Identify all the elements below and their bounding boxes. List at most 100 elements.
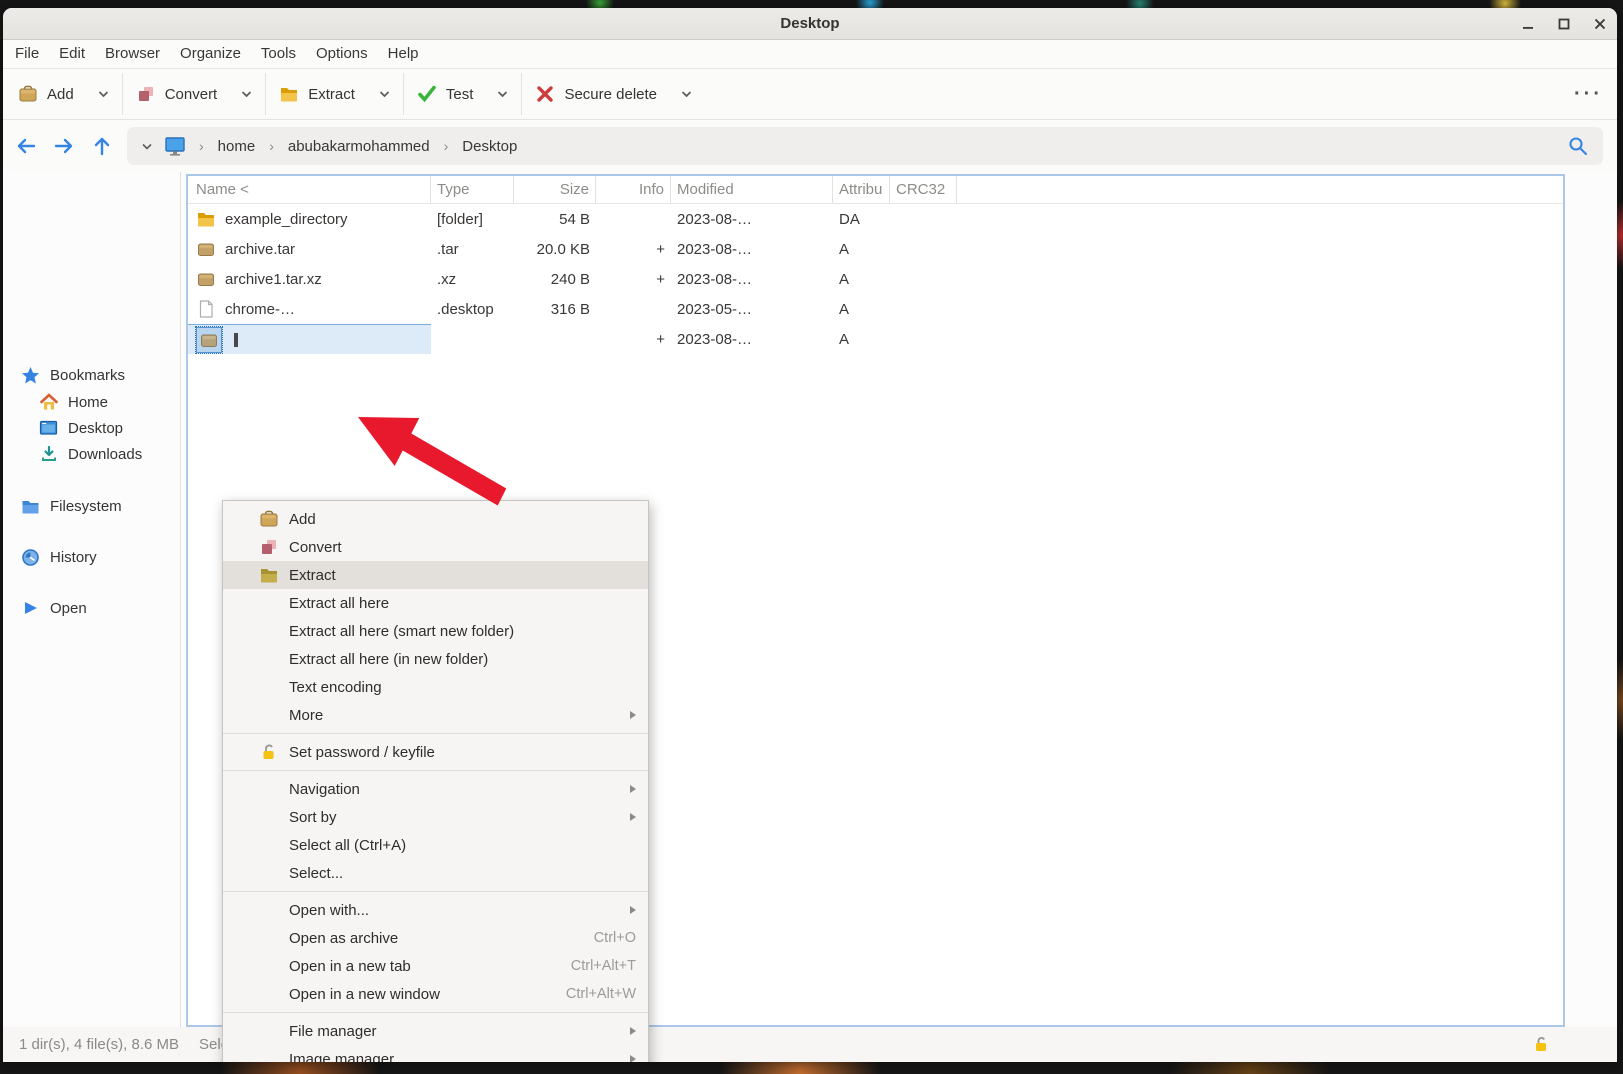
back-button[interactable]: [13, 133, 39, 159]
menu-item-extract-all-here-new-folder[interactable]: Extract all here (in new folder): [223, 645, 648, 673]
close-icon: [1593, 17, 1607, 31]
test-dropdown[interactable]: [497, 90, 508, 98]
search-button[interactable]: [1567, 135, 1589, 157]
file-attributes: A: [833, 331, 890, 348]
sidebar-item-desktop[interactable]: Desktop: [3, 415, 123, 441]
crumb-desktop[interactable]: Desktop: [456, 138, 523, 155]
column-header-crc32[interactable]: CRC32: [890, 176, 957, 203]
menu-item-text-encoding[interactable]: Text encoding: [223, 673, 648, 701]
column-header-type[interactable]: Type: [431, 176, 514, 203]
column-header-modified[interactable]: Modified: [671, 176, 833, 203]
crumb-home[interactable]: home: [212, 138, 262, 155]
file-size: 54 B: [514, 211, 596, 228]
submenu-arrow-icon: [630, 906, 636, 914]
menu-item-open-in-new-window[interactable]: Open in a new window Ctrl+Alt+W: [223, 980, 648, 1008]
extract-button[interactable]: Extract: [279, 84, 355, 104]
menu-item-add[interactable]: Add: [223, 505, 648, 533]
navbar: › home › abubakarmohammed › Desktop: [3, 120, 1617, 172]
close-button[interactable]: [1589, 13, 1611, 35]
overflow-menu-icon[interactable]: ···: [1574, 83, 1603, 106]
menu-options[interactable]: Options: [306, 40, 378, 68]
menu-item-image-manager[interactable]: Image manager: [223, 1045, 648, 1062]
maximize-button[interactable]: [1553, 13, 1575, 35]
menu-item-extract-all-here-smart[interactable]: Extract all here (smart new folder): [223, 617, 648, 645]
column-header-attributes[interactable]: Attribu: [833, 176, 890, 203]
file-name: chrome-…: [225, 301, 295, 318]
file-row-archive-tar[interactable]: archive.tar .tar 20.0 KB + 2023-08-… A: [188, 234, 1563, 264]
folder-icon: [196, 209, 216, 229]
menu-browser[interactable]: Browser: [95, 40, 170, 68]
sidebar-item-home[interactable]: Home: [3, 389, 108, 415]
menu-help[interactable]: Help: [378, 40, 429, 68]
sidebar-item-bookmarks[interactable]: Bookmarks: [3, 362, 125, 388]
file-modified: 2023-05-…: [671, 301, 833, 318]
selected-file-highlight: [196, 327, 222, 353]
app-window: Desktop File Edit Browser Organize Tools…: [3, 8, 1617, 1062]
forward-button[interactable]: [51, 133, 77, 159]
column-header-info[interactable]: Info: [596, 176, 671, 203]
menu-item-select-all[interactable]: Select all (Ctrl+A): [223, 831, 648, 859]
test-button[interactable]: Test: [417, 84, 474, 104]
crumb-user[interactable]: abubakarmohammed: [282, 138, 436, 155]
menu-item-extract[interactable]: Extract: [223, 561, 648, 589]
convert-button[interactable]: Convert: [136, 84, 218, 104]
column-header-name[interactable]: Name <: [188, 176, 431, 203]
extract-dropdown[interactable]: [379, 90, 390, 98]
menu-item-select[interactable]: Select...: [223, 859, 648, 887]
play-icon: [21, 599, 40, 618]
file-row-archive1-tar-xz[interactable]: archive1.tar.xz .xz 240 B + 2023-08-… A: [188, 264, 1563, 294]
chevron-down-icon: [98, 90, 109, 98]
menu-file[interactable]: File: [5, 40, 49, 68]
menu-item-file-manager[interactable]: File manager: [223, 1017, 648, 1045]
sidebar-item-open[interactable]: Open: [3, 595, 87, 621]
secure-delete-dropdown[interactable]: [681, 90, 692, 98]
up-button[interactable]: [89, 133, 115, 159]
context-menu: Add Convert Extract Extract all here Ext…: [222, 500, 649, 1062]
file-info: +: [596, 331, 671, 348]
file-row-selected[interactable]: + 2023-08-… A: [188, 324, 1563, 354]
extract-folder-icon: [259, 565, 279, 585]
file-row-chrome-desktop[interactable]: chrome-… .desktop 316 B 2023-05-… A: [188, 294, 1563, 324]
menu-organize[interactable]: Organize: [170, 40, 251, 68]
open-padlock-icon: [1531, 1034, 1551, 1054]
archive-icon: [196, 269, 216, 289]
column-header-size[interactable]: Size: [514, 176, 596, 203]
sidebar-item-history[interactable]: History: [3, 544, 97, 570]
menu-item-more[interactable]: More: [223, 701, 648, 729]
menu-item-open-in-new-tab[interactable]: Open in a new tab Ctrl+Alt+T: [223, 952, 648, 980]
chevron-down-icon: [241, 90, 252, 98]
menu-item-extract-all-here[interactable]: Extract all here: [223, 589, 648, 617]
menu-item-set-password[interactable]: Set password / keyfile: [223, 738, 648, 766]
computer-icon[interactable]: [163, 135, 187, 157]
archive-add-icon: [259, 509, 279, 529]
menu-item-sort-by[interactable]: Sort by: [223, 803, 648, 831]
menu-item-open-as-archive[interactable]: Open as archive Ctrl+O: [223, 924, 648, 952]
crumb-separator: ›: [436, 138, 457, 154]
file-icon: [196, 299, 216, 319]
menu-separator: [223, 891, 648, 892]
sidebar-item-filesystem[interactable]: Filesystem: [3, 493, 122, 519]
maximize-icon: [1557, 17, 1571, 31]
convert-icon: [259, 537, 279, 557]
search-icon: [1567, 135, 1589, 157]
folder-icon: [21, 497, 40, 516]
file-type: [folder]: [431, 211, 514, 228]
add-button[interactable]: Add: [18, 84, 74, 104]
menu-item-open-with[interactable]: Open with...: [223, 896, 648, 924]
add-dropdown[interactable]: [98, 90, 109, 98]
shortcut-label: Ctrl+Alt+W: [566, 986, 636, 1002]
file-size: 20.0 KB: [514, 241, 596, 258]
minimize-button[interactable]: [1517, 13, 1539, 35]
menu-edit[interactable]: Edit: [49, 40, 95, 68]
file-type: .tar: [431, 241, 514, 258]
file-row-example-directory[interactable]: example_directory [folder] 54 B 2023-08-…: [188, 204, 1563, 234]
file-modified: 2023-08-…: [671, 211, 833, 228]
path-dropdown[interactable]: [141, 142, 153, 151]
menu-item-navigation[interactable]: Navigation: [223, 775, 648, 803]
menu-item-convert[interactable]: Convert: [223, 533, 648, 561]
file-attributes: A: [833, 301, 890, 318]
secure-delete-button[interactable]: Secure delete: [535, 84, 657, 104]
menu-tools[interactable]: Tools: [251, 40, 306, 68]
sidebar-item-downloads[interactable]: Downloads: [3, 441, 142, 467]
convert-dropdown[interactable]: [241, 90, 252, 98]
